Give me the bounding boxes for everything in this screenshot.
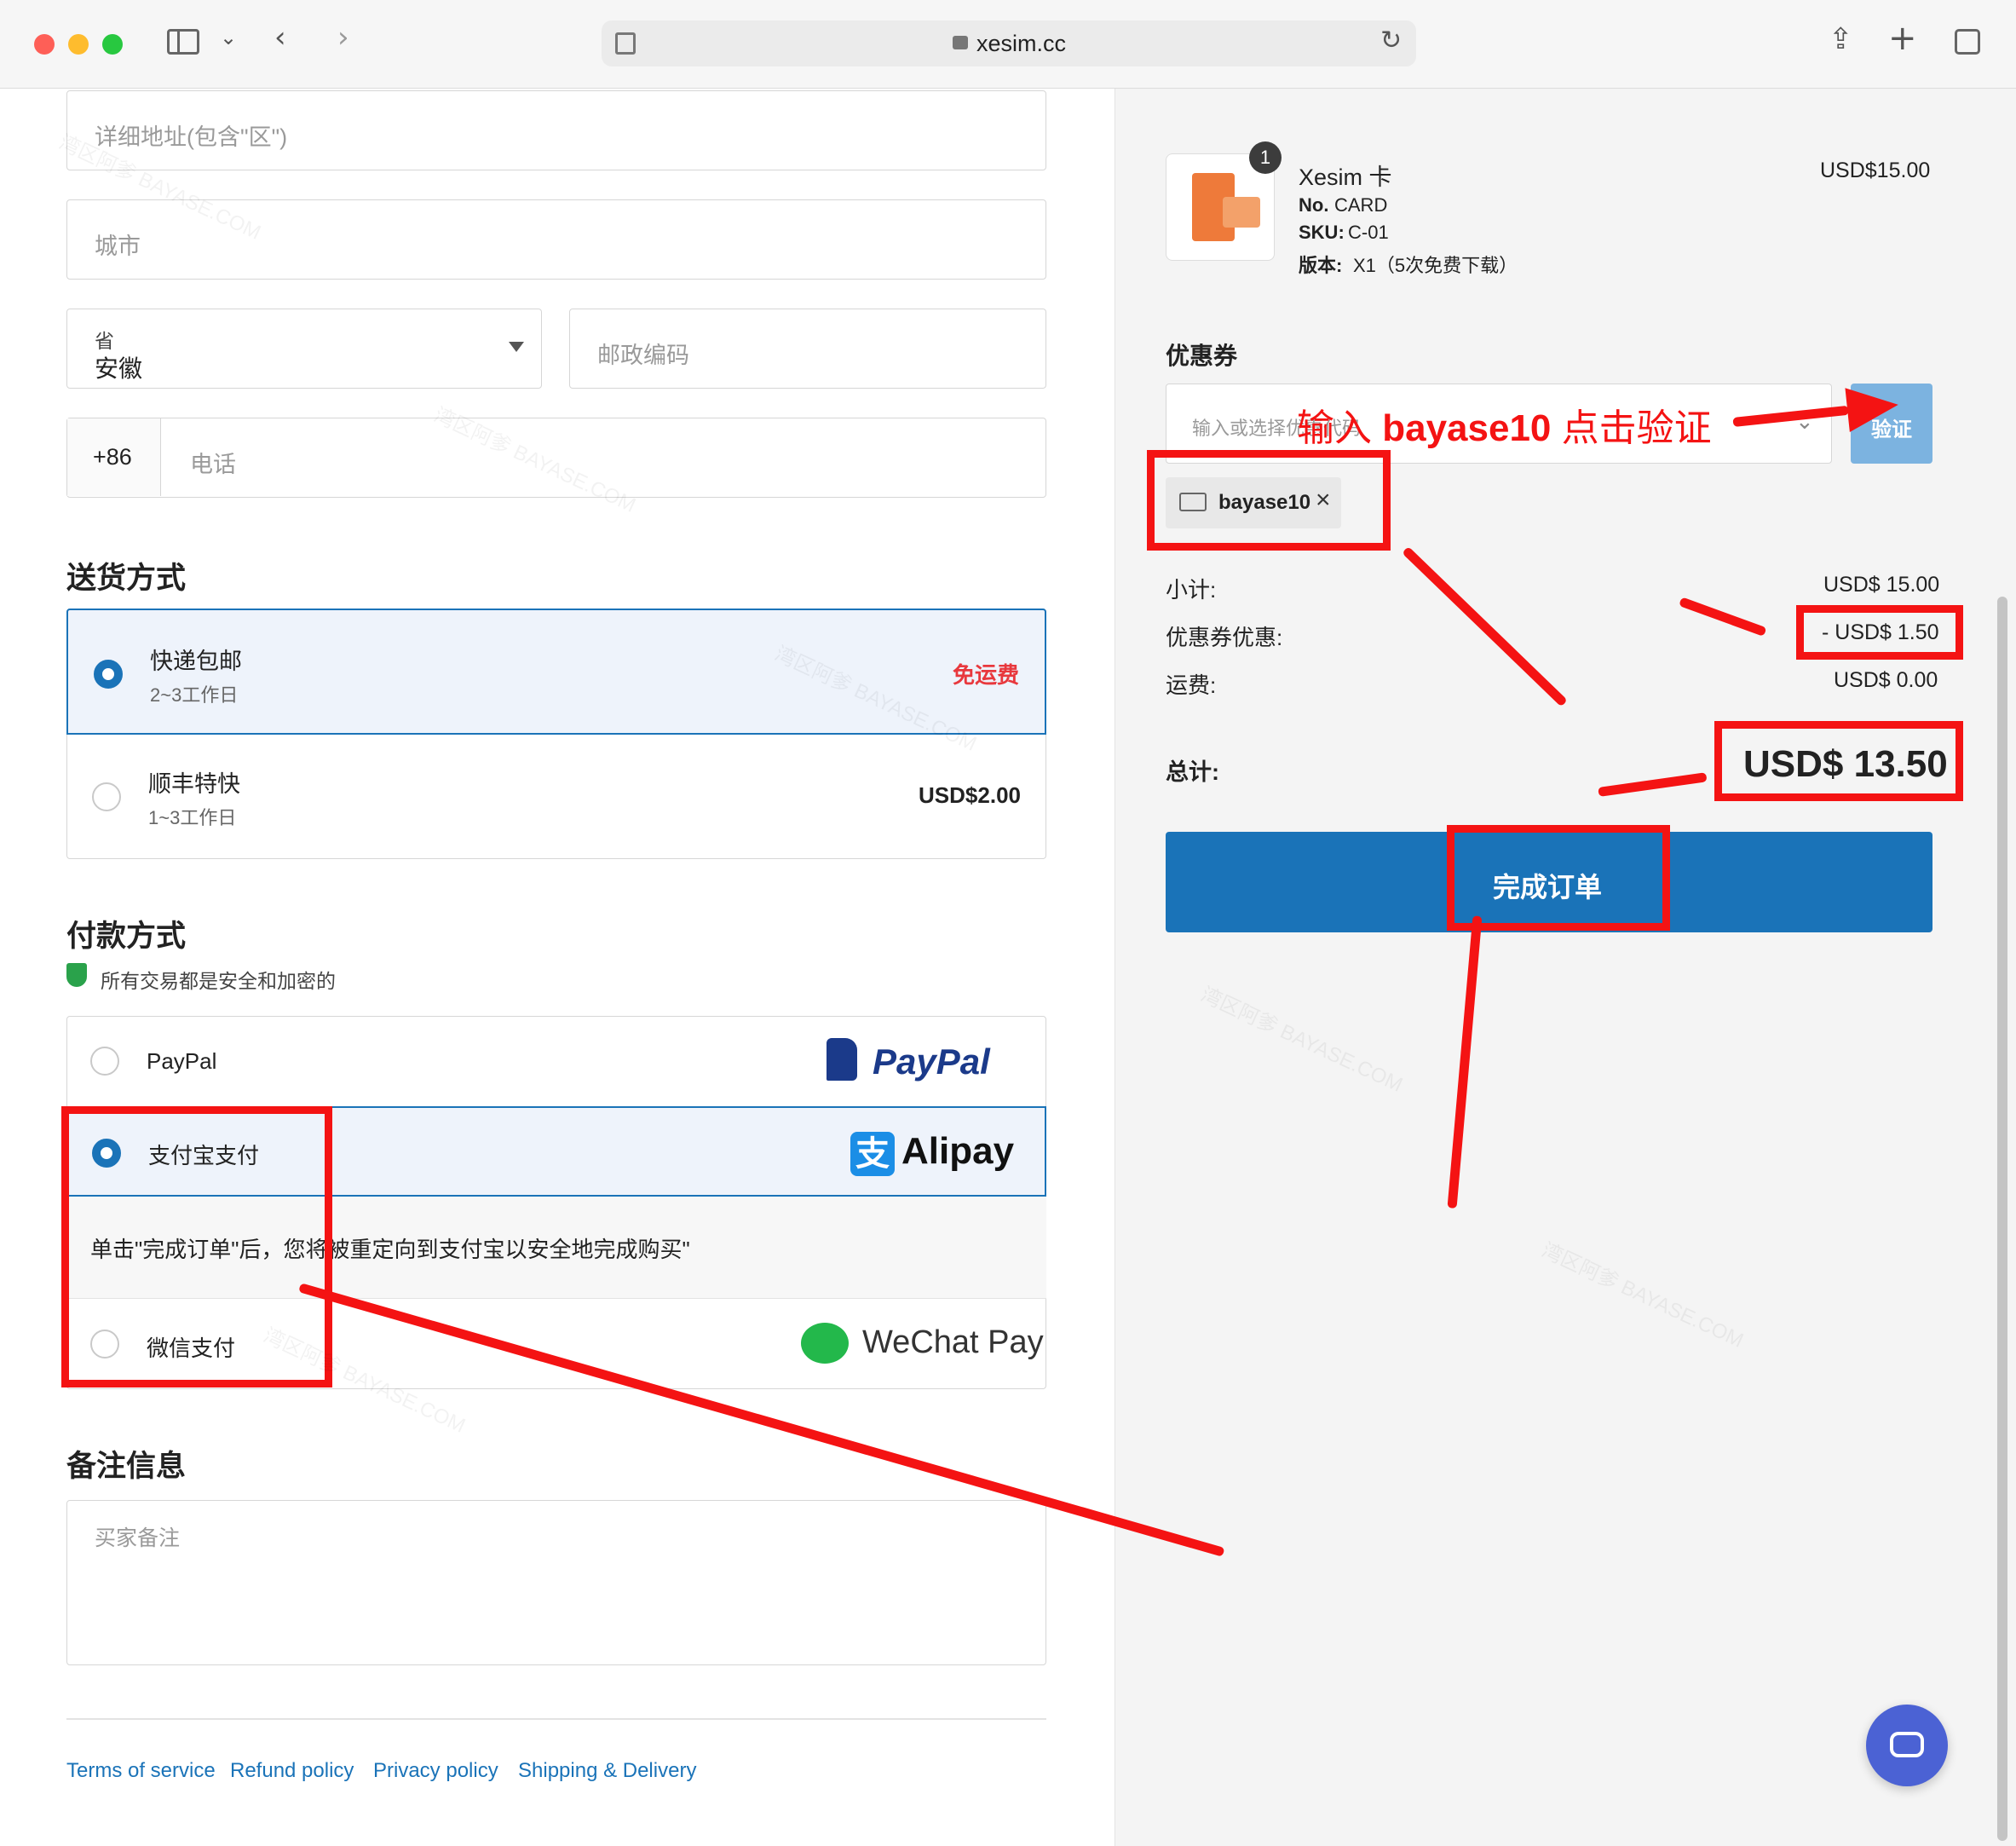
forward-icon[interactable]: › — [337, 20, 349, 55]
zoom-window-button[interactable] — [102, 34, 123, 55]
wechat-pay-icon — [801, 1323, 849, 1364]
shipping-cost-value: USD$ 0.00 — [1834, 668, 1938, 692]
item-sku-label: SKU: — [1299, 222, 1345, 243]
footer-divider — [66, 1718, 1046, 1720]
shipping-express-name: 快递包邮 — [150, 649, 242, 674]
close-window-button[interactable] — [34, 34, 55, 55]
share-icon[interactable]: ⇪ — [1829, 22, 1853, 56]
chevron-down-icon — [509, 342, 524, 352]
annotation-prefix: 输入 — [1297, 407, 1383, 449]
payment-option-paypal[interactable]: PayPal PayPal — [66, 1016, 1046, 1106]
city-placeholder: 城市 — [95, 234, 141, 259]
shipping-title: 送货方式 — [66, 562, 187, 595]
zip-placeholder: 邮政编码 — [597, 343, 689, 368]
item-version: X1（5次免费下载） — [1353, 255, 1518, 276]
lock-icon — [953, 36, 968, 49]
alipay-logo-text: Alipay — [901, 1130, 1015, 1172]
terms-of-service-link[interactable]: Terms of service — [66, 1759, 216, 1783]
total-label: 总计: — [1166, 759, 1219, 785]
privacy-policy-link[interactable]: Privacy policy — [373, 1759, 498, 1783]
discount-label: 优惠券优惠: — [1166, 625, 1283, 650]
paypal-logo-icon — [827, 1038, 857, 1081]
chat-button[interactable] — [1866, 1705, 1948, 1786]
annotation-suffix: 点击验证 — [1551, 407, 1712, 449]
back-icon[interactable]: ‹ — [274, 20, 286, 55]
item-no: CARD — [1334, 194, 1388, 216]
shipping-express-radio[interactable] — [94, 660, 123, 689]
new-tab-icon[interactable]: + — [1888, 19, 1917, 58]
shield-icon — [66, 963, 87, 987]
coupon-title: 优惠券 — [1166, 343, 1238, 369]
shipping-cost-label: 运费: — [1166, 672, 1217, 698]
phone-code: +86 — [93, 444, 132, 470]
province-select[interactable]: 省 安徽 — [66, 309, 542, 389]
buyer-notes-placeholder: 买家备注 — [95, 1526, 181, 1550]
browser-toolbar: ⌄ ‹ › xesim.cc ↻ ⇪ + — [0, 0, 2016, 89]
shipping-option-sf[interactable]: 顺丰特快 1~3工作日 USD$2.00 — [66, 735, 1046, 859]
wechat-logo-text: WeChat Pay — [862, 1324, 1044, 1360]
sidebar-toggle-icon[interactable] — [167, 29, 199, 55]
order-summary — [1115, 89, 2016, 1846]
item-version-label: 版本: — [1299, 255, 1343, 276]
shipping-sf-eta: 1~3工作日 — [148, 807, 237, 828]
subtotal-value: USD$ 15.00 — [1823, 573, 1940, 597]
item-no-label: No. — [1299, 194, 1329, 216]
phone-code-box[interactable]: +86 — [67, 418, 161, 496]
paypal-radio[interactable] — [90, 1047, 119, 1076]
minimize-window-button[interactable] — [68, 34, 89, 55]
refund-policy-link[interactable]: Refund policy — [230, 1759, 354, 1783]
province-label: 省 — [95, 330, 114, 352]
arrow-to-verify-head — [1845, 383, 1901, 432]
highlight-complete-order — [1447, 825, 1670, 931]
shipping-express-eta: 2~3工作日 — [150, 684, 239, 706]
shipping-delivery-link[interactable]: Shipping & Delivery — [518, 1759, 696, 1783]
subtotal-label: 小计: — [1166, 577, 1217, 603]
phone-placeholder: 电话 — [190, 452, 236, 477]
annotation-code: bayase10 — [1382, 407, 1552, 449]
address-detail-placeholder: 详细地址(包含"区") — [95, 124, 288, 150]
shipping-sf-name: 顺丰特快 — [148, 771, 240, 797]
notes-title: 备注信息 — [66, 1450, 187, 1483]
scrollbar-thumb[interactable] — [1997, 597, 2007, 1841]
chat-bubble-icon — [1890, 1732, 1924, 1757]
tab-overview-icon[interactable] — [1955, 29, 1980, 55]
chevron-down-icon[interactable]: ⌄ — [220, 26, 237, 49]
free-shipping-label: 免运费 — [952, 662, 1019, 688]
page-menu-icon[interactable] — [615, 32, 636, 55]
buyer-notes-textarea[interactable]: 买家备注 — [66, 1500, 1046, 1665]
paypal-label: PayPal — [147, 1048, 217, 1074]
payment-title: 付款方式 — [66, 920, 187, 953]
secure-note: 所有交易都是安全和加密的 — [101, 970, 336, 992]
address-detail-input[interactable]: 详细地址(包含"区") — [66, 90, 1046, 170]
highlight-coupon-tag — [1147, 450, 1391, 551]
reload-icon[interactable]: ↻ — [1380, 26, 1402, 55]
alipay-logo-icon: 支 — [850, 1132, 895, 1176]
highlight-discount — [1796, 605, 1963, 660]
paypal-logo-text: PayPal — [873, 1041, 990, 1082]
highlight-total — [1714, 721, 1963, 801]
card-image-back-icon — [1223, 197, 1260, 228]
province-value: 安徽 — [95, 355, 143, 382]
item-sku: C-01 — [1348, 222, 1389, 243]
annotation-instruction: 输入 bayase10 点击验证 — [1297, 397, 1712, 452]
quantity-badge: 1 — [1249, 141, 1282, 174]
item-price: USD$15.00 — [1820, 159, 1931, 182]
shipping-sf-price: USD$2.00 — [919, 782, 1021, 808]
zip-input[interactable]: 邮政编码 — [569, 309, 1046, 389]
shipping-sf-radio[interactable] — [92, 782, 121, 811]
item-name: Xesim 卡 — [1299, 164, 1392, 190]
url-text[interactable]: xesim.cc — [976, 31, 1066, 57]
